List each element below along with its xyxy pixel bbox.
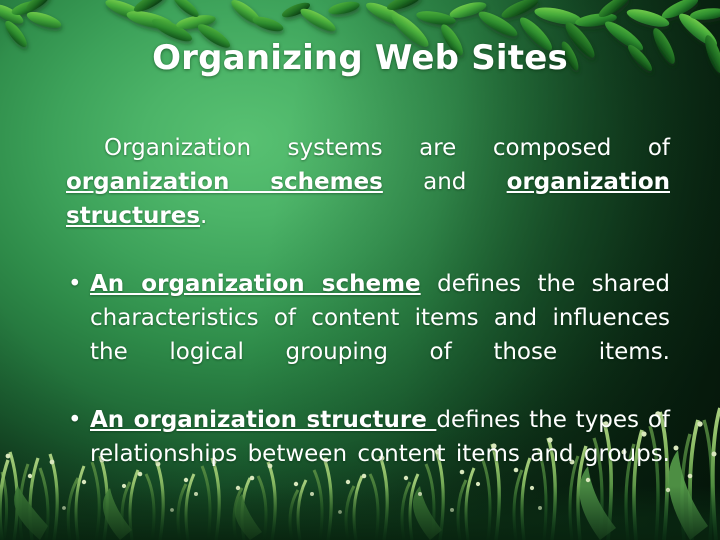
slide-canvas: Organizing Web Sites Organization system…	[0, 0, 720, 540]
bullet-term-an-organization-structure: An organization structure	[90, 407, 437, 433]
list-item: • An organization structure defines the …	[66, 403, 670, 505]
intro-segment-2: and	[382, 169, 507, 195]
bullet-marker-icon: •	[68, 271, 82, 297]
intro-paragraph: Organization systems are composed of org…	[66, 131, 670, 267]
intro-term-organization-schemes: organization schemes	[66, 169, 383, 195]
slide-title: Organizing Web Sites	[152, 38, 568, 78]
bullet-marker-icon: •	[68, 407, 82, 433]
bullet-text-organization-structure: An organization structure defines the ty…	[90, 403, 670, 505]
slide-body: Organization systems are composed of org…	[66, 131, 670, 505]
bullet-term-an-organization-scheme: An organization scheme	[90, 271, 421, 297]
intro-segment-4: .	[200, 203, 208, 229]
bullet-text-organization-scheme: An organization scheme defines the share…	[90, 267, 670, 403]
intro-segment-0: Organization systems are composed of	[104, 135, 670, 161]
list-item: • An organization scheme defines the sha…	[66, 267, 670, 403]
